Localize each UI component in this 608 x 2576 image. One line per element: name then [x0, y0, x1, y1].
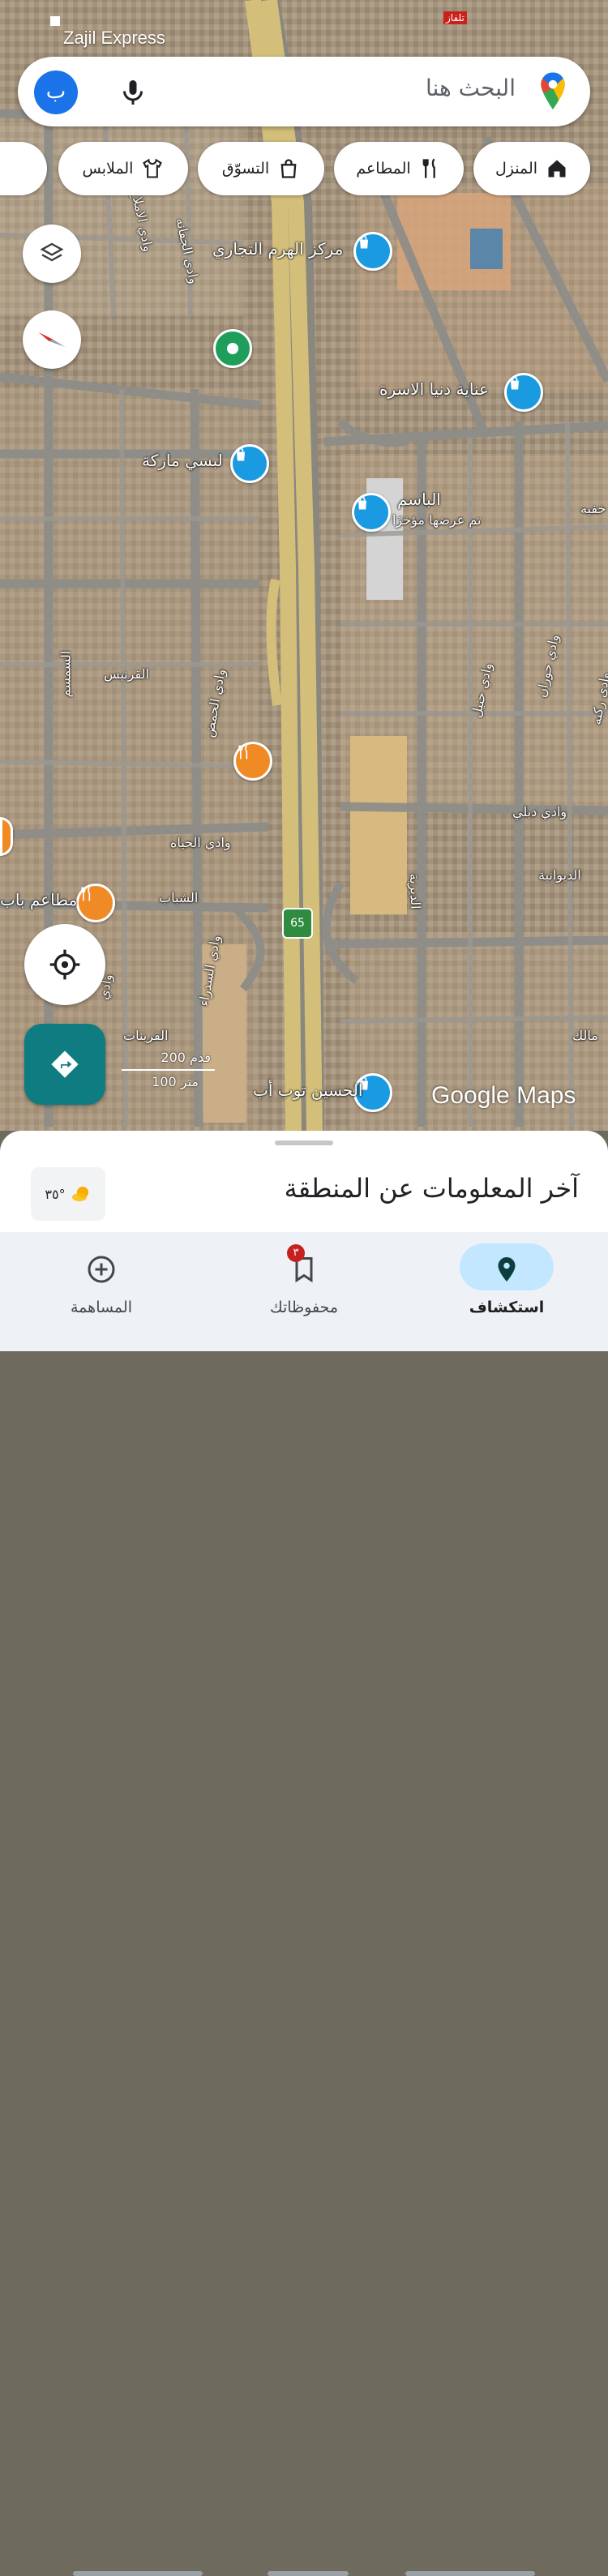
- gesture-bar: [405, 2571, 535, 2576]
- shopping-bag-icon: [358, 496, 366, 510]
- chip-restaurants[interactable]: المطاعم: [334, 142, 464, 195]
- poi-label[interactable]: الباسم: [397, 490, 441, 509]
- poi-marker-restaurant[interactable]: [233, 742, 272, 781]
- street-label: السمسم: [58, 650, 74, 698]
- nav-label: المساهمة: [71, 1299, 132, 1316]
- layers-icon: [40, 242, 64, 262]
- nav-contribute[interactable]: المساهمة: [0, 1232, 203, 1351]
- gesture-bar: [268, 2571, 349, 2576]
- gesture-bar: [73, 2571, 203, 2576]
- bottom-navigation: استكشاف ٣ محفوظاتك المساهمة: [0, 1232, 608, 2576]
- home-icon: [548, 160, 566, 178]
- bottom-sheet[interactable]: ٣٥° آخر المعلومات عن المنطقة: [0, 1131, 608, 1232]
- directions-icon: [51, 1051, 79, 1078]
- chip-cafe[interactable]: [0, 142, 47, 195]
- directions-button[interactable]: [24, 1024, 105, 1105]
- street-label: الديرية: [406, 873, 424, 909]
- poi-marker-shopping[interactable]: [504, 373, 543, 412]
- poi-marker-shopping[interactable]: [230, 444, 269, 483]
- crosshair-icon: [49, 949, 80, 980]
- chip-shopping[interactable]: التسوّق: [198, 142, 324, 195]
- poi-label[interactable]: الحسين توب أب: [253, 1080, 363, 1100]
- weather-temp: ٣٥°: [45, 1186, 66, 1202]
- chip-label: المنزل: [495, 160, 538, 178]
- carrier-label: Zajil Express: [63, 28, 165, 48]
- category-chips: المنزل المطاعم التسوّق الملابس: [0, 142, 608, 199]
- shirt-icon: [143, 158, 163, 178]
- shopping-bag-icon: [237, 447, 245, 461]
- layers-button[interactable]: [23, 225, 81, 283]
- chip-label: التسوّق: [221, 160, 270, 178]
- chip-label: الملابس: [82, 160, 134, 178]
- scale-lower: 100 متر: [152, 1074, 199, 1089]
- my-location-button[interactable]: [24, 924, 105, 1005]
- poi-label[interactable]: لبسي ماركة: [142, 451, 223, 470]
- fork-knife-icon: [238, 745, 248, 760]
- nav-label: استكشاف: [469, 1299, 545, 1316]
- search-bar[interactable]: ب البحث هنا: [18, 57, 590, 126]
- sheet-title: آخر المعلومات عن المنطقة: [284, 1173, 579, 1204]
- highway-shield: 65: [282, 908, 313, 939]
- poi-marker-place[interactable]: [213, 329, 252, 368]
- street-label: خفيه: [580, 501, 606, 516]
- status-bar: Zajil Express تلفاز: [0, 0, 608, 49]
- notification-icon: [50, 16, 60, 26]
- shopping-bag-icon: [280, 159, 297, 178]
- poi-label[interactable]: مطاعم باب: [0, 890, 77, 909]
- street-label: وادي الحياه: [170, 835, 231, 850]
- shopping-bag-icon: [511, 376, 519, 390]
- scale-upper: 200 قدم: [161, 1050, 211, 1065]
- street-label: الشباب: [159, 890, 199, 905]
- partly-cloudy-icon: [71, 1187, 88, 1201]
- drag-handle[interactable]: [275, 1140, 333, 1145]
- poi-marker-restaurant[interactable]: [76, 884, 115, 922]
- street-label: وادي دبلي: [512, 804, 567, 819]
- nav-saved[interactable]: ٣ محفوظاتك: [203, 1232, 405, 1351]
- street-label: القرينات: [123, 1028, 169, 1043]
- saved-count-badge: ٣: [287, 1244, 305, 1262]
- poi-sublabel: تم عرضها مؤخرًا: [392, 512, 482, 528]
- nav-label: محفوظاتك: [269, 1299, 339, 1316]
- poi-label[interactable]: مركز الهرم التجاري: [212, 239, 343, 259]
- weather-chip[interactable]: ٣٥°: [31, 1167, 105, 1221]
- street-label: مالك: [572, 1028, 598, 1043]
- avatar[interactable]: ب: [34, 71, 78, 114]
- chip-clothing[interactable]: الملابس: [58, 142, 188, 195]
- chip-home[interactable]: المنزل: [473, 142, 590, 195]
- fork-knife-icon: [81, 887, 91, 901]
- compass-button[interactable]: [23, 310, 81, 369]
- tv-badge: تلفاز: [443, 11, 467, 24]
- poi-label[interactable]: عناية دنيا الاسرة: [379, 379, 489, 399]
- street-label: القرنيس: [104, 666, 149, 682]
- add-circle-icon: [88, 1256, 115, 1283]
- poi-marker-shopping[interactable]: [353, 232, 392, 271]
- search-input[interactable]: البحث هنا: [426, 75, 516, 101]
- location-pin-icon: [498, 1257, 516, 1282]
- shopping-bag-icon: [360, 235, 368, 249]
- poi-marker-shopping[interactable]: [352, 493, 391, 532]
- street-label: الديوانية: [538, 867, 581, 883]
- google-maps-logo-icon: [541, 72, 565, 110]
- google-maps-watermark: Google Maps: [431, 1082, 576, 1109]
- chip-label: المطاعم: [356, 160, 411, 178]
- fork-knife-icon: [422, 158, 435, 178]
- nav-explore[interactable]: استكشاف: [405, 1232, 608, 1351]
- dot-icon: [227, 343, 238, 354]
- compass-icon: [38, 332, 66, 348]
- microphone-icon[interactable]: [118, 76, 148, 109]
